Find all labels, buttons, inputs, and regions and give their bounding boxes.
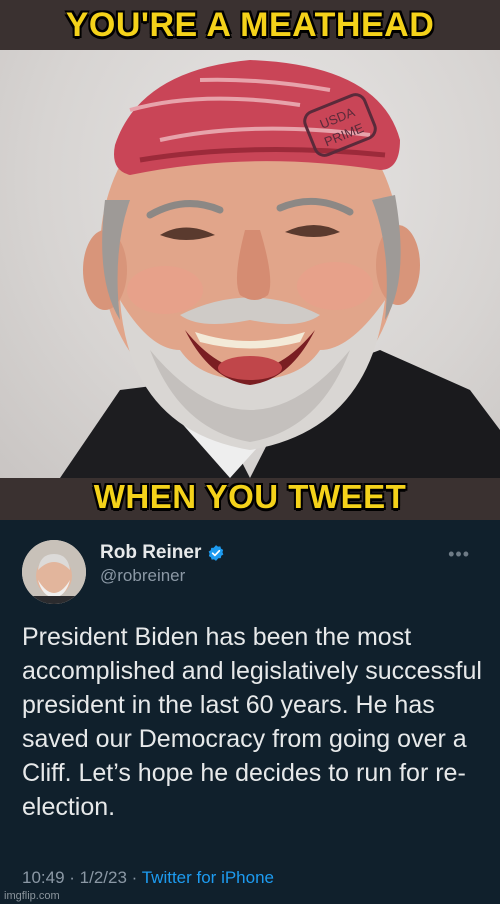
- verified-badge-icon: [209, 545, 224, 561]
- avatar-face-icon: [22, 540, 86, 604]
- meme-image: YOU'RE A MEATHEAD USDA PRIME WHEN YOU TW…: [0, 0, 500, 904]
- top-caption: YOU'RE A MEATHEAD: [65, 6, 435, 44]
- tweet-text: President Biden has been the most accomp…: [22, 623, 482, 821]
- tweet-card: Rob Reiner @robreiner ••• President Bide…: [0, 520, 500, 904]
- tweet-timestamp: 10:49 · 1/2/23 ·: [22, 868, 142, 887]
- man-with-steak-hat-illustration: USDA PRIME: [60, 60, 500, 478]
- more-options-icon[interactable]: •••: [448, 544, 470, 565]
- imgflip-watermark: imgflip.com: [4, 890, 60, 902]
- avatar[interactable]: [22, 540, 86, 604]
- meathead-photo: USDA PRIME: [0, 50, 500, 478]
- bottom-caption: WHEN YOU TWEET: [93, 478, 407, 515]
- tweet-source-link[interactable]: Twitter for iPhone: [142, 868, 274, 887]
- author-handle[interactable]: @robreiner: [100, 566, 185, 586]
- author-name[interactable]: Rob Reiner: [100, 542, 201, 564]
- author-row: Rob Reiner: [100, 542, 225, 564]
- tweet-meta: 10:49 · 1/2/23 · Twitter for iPhone: [22, 868, 274, 888]
